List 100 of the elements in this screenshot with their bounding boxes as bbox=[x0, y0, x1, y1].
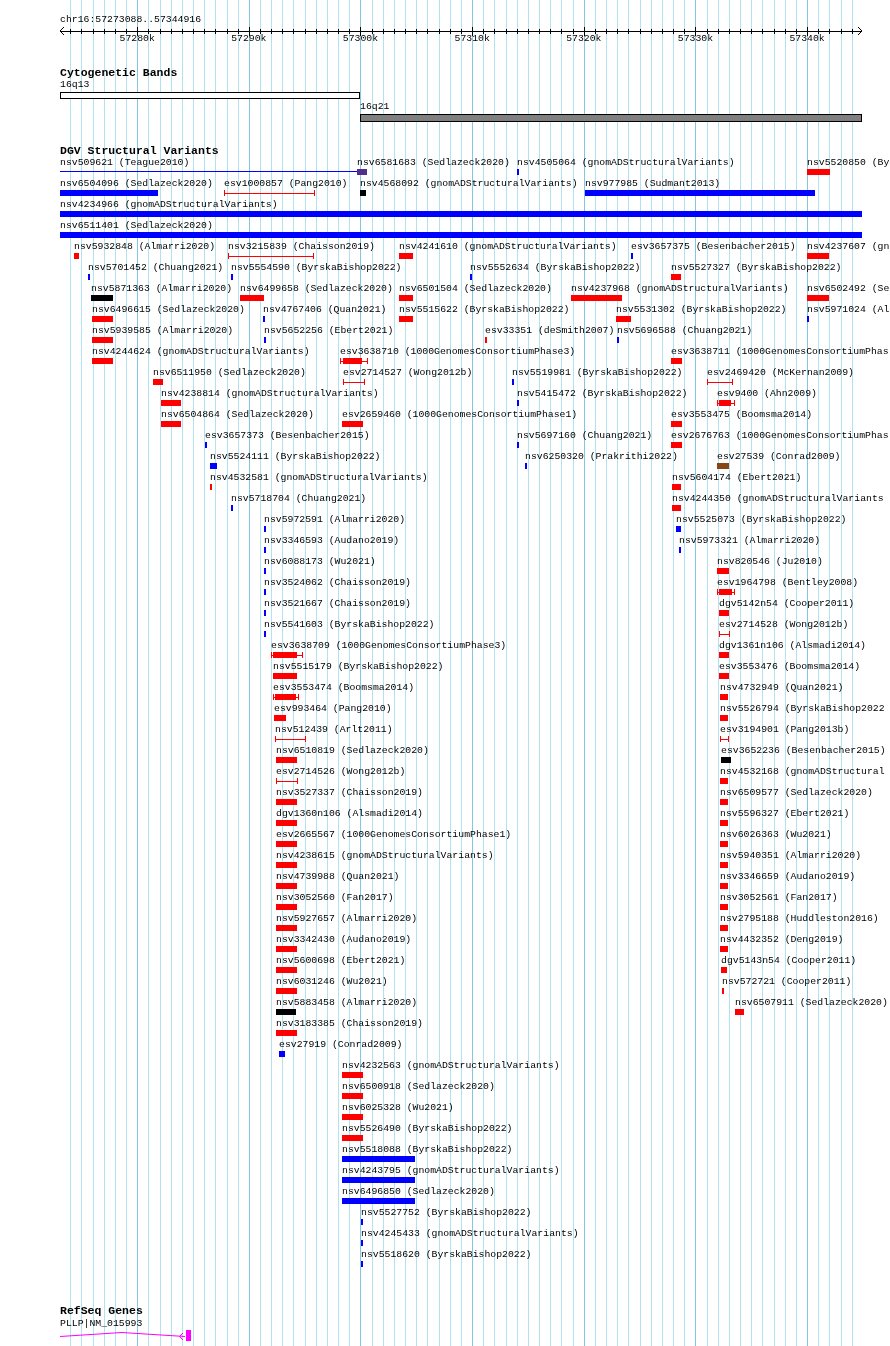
variant-bar[interactable] bbox=[720, 862, 728, 868]
variant-interval[interactable] bbox=[719, 631, 730, 637]
variant-bar-with-whiskers[interactable] bbox=[717, 400, 735, 406]
variant-label: nsv3183385 (Chaisson2019) bbox=[276, 1018, 423, 1030]
variant-bar[interactable] bbox=[60, 232, 862, 238]
variant-bar[interactable] bbox=[721, 967, 727, 973]
variant-bar[interactable] bbox=[60, 190, 158, 196]
variant-bar[interactable] bbox=[92, 358, 113, 364]
variant-bar[interactable] bbox=[720, 841, 728, 847]
variant-interval[interactable] bbox=[707, 379, 733, 385]
variant-bar[interactable] bbox=[276, 1009, 296, 1015]
variant-bar[interactable] bbox=[720, 799, 728, 805]
variant-bar-with-whiskers[interactable] bbox=[273, 694, 299, 700]
variant-bar[interactable] bbox=[240, 295, 264, 301]
variant-bar[interactable] bbox=[585, 190, 815, 196]
variant-bar[interactable] bbox=[161, 421, 181, 427]
variant-bar-with-whiskers[interactable] bbox=[717, 589, 735, 595]
variant-bar[interactable] bbox=[571, 295, 622, 301]
variant-bar[interactable] bbox=[399, 253, 413, 259]
variant-interval[interactable] bbox=[275, 736, 306, 742]
variant-bar-with-whiskers[interactable] bbox=[271, 652, 303, 658]
variant-label: nsv5520850 (By bbox=[807, 157, 890, 169]
variant-interval[interactable] bbox=[224, 190, 315, 196]
variant-bar[interactable] bbox=[276, 841, 297, 847]
variant-interval[interactable] bbox=[343, 379, 365, 385]
variant-bar[interactable] bbox=[357, 169, 367, 175]
variant-label: nsv4568092 (gnomADStructuralVariants) bbox=[360, 178, 578, 190]
variant-bar[interactable] bbox=[807, 295, 829, 301]
variant-bar[interactable] bbox=[279, 1051, 285, 1057]
variant-bar[interactable] bbox=[399, 316, 413, 322]
variant-bar[interactable] bbox=[720, 925, 728, 931]
variant-bar[interactable] bbox=[274, 715, 286, 721]
variant-bar[interactable] bbox=[276, 820, 297, 826]
variant-bar[interactable] bbox=[735, 1009, 744, 1015]
variant-bar[interactable] bbox=[360, 190, 366, 196]
variant-label: nsv5939585 (Almarri2020) bbox=[92, 325, 234, 337]
band-bar[interactable] bbox=[60, 92, 360, 99]
variant-bar[interactable] bbox=[276, 946, 297, 952]
variant-bar[interactable] bbox=[276, 967, 297, 973]
variant-bar[interactable] bbox=[342, 1093, 363, 1099]
variant-line[interactable] bbox=[60, 171, 357, 172]
variant-bar[interactable] bbox=[342, 421, 363, 427]
variant-bar[interactable] bbox=[161, 400, 181, 406]
variant-bar[interactable] bbox=[342, 1114, 363, 1120]
variant-bar[interactable] bbox=[273, 673, 297, 679]
variant-bar[interactable] bbox=[342, 1135, 363, 1141]
variant-bar[interactable] bbox=[276, 925, 297, 931]
variant-bar[interactable] bbox=[671, 358, 682, 364]
variant-bar[interactable] bbox=[91, 295, 113, 301]
variant-bar[interactable] bbox=[671, 274, 681, 280]
variant-bar[interactable] bbox=[719, 610, 729, 616]
variant-bar[interactable] bbox=[720, 946, 728, 952]
variant-bar[interactable] bbox=[342, 1177, 415, 1183]
variant-bar[interactable] bbox=[153, 379, 163, 385]
tick-label: 57280k bbox=[119, 33, 155, 45]
variant-bar[interactable] bbox=[342, 1072, 363, 1078]
variant-bar[interactable] bbox=[92, 316, 113, 322]
variant-bar[interactable] bbox=[721, 757, 731, 763]
variant-bar[interactable] bbox=[720, 715, 728, 721]
variant-bar[interactable] bbox=[671, 421, 682, 427]
variant-bar[interactable] bbox=[399, 295, 413, 301]
variant-bar[interactable] bbox=[616, 316, 631, 322]
variant-label: nsv5526794 (ByrskaBishop2022 bbox=[720, 703, 885, 715]
variant-bar[interactable] bbox=[720, 694, 728, 700]
variant-bar[interactable] bbox=[60, 211, 862, 217]
variant-bar[interactable] bbox=[276, 988, 297, 994]
variant-bar[interactable] bbox=[276, 862, 297, 868]
variant-bar[interactable] bbox=[276, 904, 297, 910]
variant-bar[interactable] bbox=[672, 505, 681, 511]
variant-label: nsv4505064 (gnomADStructuralVariants) bbox=[517, 157, 735, 169]
variant-bar[interactable] bbox=[720, 883, 728, 889]
variant-interval[interactable] bbox=[228, 253, 314, 259]
variant-bar[interactable] bbox=[676, 526, 681, 532]
variant-bar[interactable] bbox=[342, 1198, 415, 1204]
variant-label: esv993464 (Pang2010) bbox=[274, 703, 392, 715]
gene-model-drawing[interactable] bbox=[60, 1330, 191, 1341]
variant-bar[interactable] bbox=[74, 253, 79, 259]
variant-bar[interactable] bbox=[720, 820, 728, 826]
variant-bar[interactable] bbox=[717, 568, 729, 574]
variant-interval[interactable] bbox=[720, 736, 729, 742]
variant-label: nsv5697160 (Chuang2021) bbox=[517, 430, 653, 442]
variant-bar[interactable] bbox=[276, 883, 297, 889]
variant-bar[interactable] bbox=[672, 484, 681, 490]
variant-bar[interactable] bbox=[276, 799, 297, 805]
variant-bar[interactable] bbox=[807, 253, 829, 259]
variant-bar[interactable] bbox=[717, 463, 729, 469]
variant-bar[interactable] bbox=[807, 169, 830, 175]
variant-bar[interactable] bbox=[720, 778, 728, 784]
variant-bar[interactable] bbox=[342, 1156, 415, 1162]
variant-bar[interactable] bbox=[720, 904, 728, 910]
variant-bar-with-whiskers[interactable] bbox=[340, 358, 368, 364]
variant-bar[interactable] bbox=[671, 442, 682, 448]
variant-bar[interactable] bbox=[92, 337, 113, 343]
variant-bar[interactable] bbox=[210, 463, 217, 469]
variant-label: nsv6581683 (Sedlazeck2020) bbox=[357, 157, 510, 169]
variant-bar[interactable] bbox=[719, 652, 729, 658]
variant-bar[interactable] bbox=[276, 757, 297, 763]
variant-bar[interactable] bbox=[276, 1030, 297, 1036]
variant-bar[interactable] bbox=[719, 673, 729, 679]
variant-interval[interactable] bbox=[276, 778, 298, 784]
